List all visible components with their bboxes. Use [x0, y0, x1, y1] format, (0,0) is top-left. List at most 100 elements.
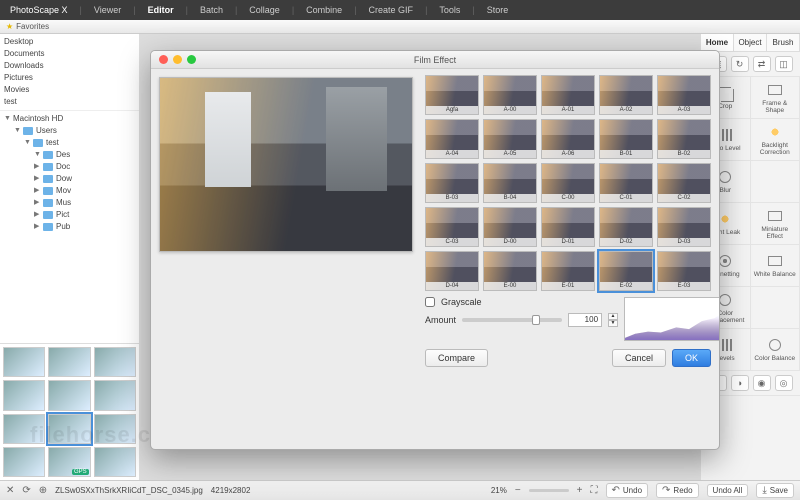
- effect-thumb[interactable]: C-03: [425, 207, 479, 247]
- amount-value[interactable]: 100: [568, 313, 602, 327]
- tree-folder[interactable]: ▶Pict: [4, 209, 135, 221]
- effect-thumb[interactable]: E-03: [657, 251, 711, 291]
- zoom-window-icon[interactable]: [187, 55, 196, 64]
- effect-thumb[interactable]: A-04: [425, 119, 479, 159]
- effect-thumb[interactable]: A-03: [657, 75, 711, 115]
- thumbnail[interactable]: [94, 447, 136, 477]
- tree-root[interactable]: ▼Macintosh HD: [4, 113, 135, 125]
- thumbnail[interactable]: GPS: [48, 447, 90, 477]
- thumbnail[interactable]: [3, 414, 45, 444]
- effect-thumb[interactable]: B-03: [425, 163, 479, 203]
- effect-thumb[interactable]: D-02: [599, 207, 653, 247]
- effect-thumb[interactable]: A-01: [541, 75, 595, 115]
- tab-batch[interactable]: Batch: [200, 5, 223, 15]
- effect-thumb[interactable]: E-02: [599, 251, 653, 291]
- tree-user[interactable]: ▼test: [4, 137, 135, 149]
- undo-button[interactable]: ↶Undo: [606, 483, 649, 498]
- thumbnail[interactable]: [3, 380, 45, 410]
- refresh-icon[interactable]: ⟳: [22, 485, 30, 496]
- effect-thumb[interactable]: D-01: [541, 207, 595, 247]
- quick-documents[interactable]: Documents: [4, 48, 135, 60]
- thumbnail[interactable]: [48, 347, 90, 377]
- quick-pictures[interactable]: Pictures: [4, 72, 135, 84]
- effect-thumb[interactable]: C-02: [657, 163, 711, 203]
- quick-movies[interactable]: Movies: [4, 84, 135, 96]
- minimize-window-icon[interactable]: [173, 55, 182, 64]
- save-button[interactable]: ⤓Save: [756, 483, 794, 498]
- amount-stepper[interactable]: ▲▼: [608, 313, 618, 327]
- tool-miniature[interactable]: Miniature Effect: [751, 203, 800, 245]
- zoom-in-icon[interactable]: +: [577, 485, 583, 496]
- tree-folder[interactable]: ▼Des: [4, 149, 135, 161]
- tree-folder[interactable]: ▶Dow: [4, 173, 135, 185]
- effect-thumb[interactable]: A-00: [483, 75, 537, 115]
- effect-icon[interactable]: ◎: [775, 375, 793, 391]
- undo-all-button[interactable]: Undo All: [707, 484, 749, 497]
- cancel-button[interactable]: Cancel: [612, 349, 666, 367]
- tool-white-balance[interactable]: White Balance: [751, 245, 800, 287]
- tree-users[interactable]: ▼Users: [4, 125, 135, 137]
- ok-button[interactable]: OK: [672, 349, 711, 367]
- tree-folder[interactable]: ▶Mus: [4, 197, 135, 209]
- tool-frame-shape[interactable]: Frame & Shape: [751, 77, 800, 119]
- tab-viewer[interactable]: Viewer: [94, 5, 121, 15]
- globe-icon[interactable]: ⊕: [39, 485, 47, 496]
- dialog-titlebar[interactable]: Film Effect: [151, 51, 719, 69]
- tooltab-object[interactable]: Object: [734, 34, 767, 51]
- tree-folder[interactable]: ▶Doc: [4, 161, 135, 173]
- thumbnail[interactable]: [3, 347, 45, 377]
- fit-icon[interactable]: ⛶: [591, 485, 598, 496]
- effect-thumb[interactable]: A-02: [599, 75, 653, 115]
- effect-thumb[interactable]: B-01: [599, 119, 653, 159]
- tab-store[interactable]: Store: [487, 5, 509, 15]
- quick-desktop[interactable]: Desktop: [4, 36, 135, 48]
- flip-icon[interactable]: ⇄: [753, 56, 771, 72]
- quick-test[interactable]: test: [4, 96, 135, 108]
- status-dims: 4219x2802: [211, 486, 251, 495]
- effect-thumb[interactable]: C-01: [599, 163, 653, 203]
- tool-color-balance[interactable]: Color Balance: [751, 329, 800, 371]
- grayscale-input[interactable]: [425, 297, 435, 307]
- effect-thumb[interactable]: A-05: [483, 119, 537, 159]
- close-icon[interactable]: ✕: [6, 485, 14, 496]
- tab-collage[interactable]: Collage: [249, 5, 280, 15]
- thumbnail[interactable]: [94, 380, 136, 410]
- tab-combine[interactable]: Combine: [306, 5, 342, 15]
- compare-button[interactable]: Compare: [425, 349, 488, 367]
- tree-folder[interactable]: ▶Pub: [4, 221, 135, 233]
- thumbnail[interactable]: [48, 414, 90, 444]
- tree-folder[interactable]: ▶Mov: [4, 185, 135, 197]
- effect-thumb[interactable]: E-01: [541, 251, 595, 291]
- rotate-icon[interactable]: ↻: [731, 56, 749, 72]
- effect-thumb[interactable]: D-00: [483, 207, 537, 247]
- app-name: PhotoScape X: [10, 5, 68, 15]
- zoom-slider[interactable]: [529, 489, 569, 492]
- thumbnail[interactable]: [3, 447, 45, 477]
- straighten-icon[interactable]: ◫: [775, 56, 793, 72]
- grayscale-checkbox[interactable]: Grayscale: [425, 297, 618, 307]
- effect-thumb[interactable]: D-04: [425, 251, 479, 291]
- amount-slider[interactable]: [462, 318, 562, 322]
- zoom-out-icon[interactable]: −: [515, 485, 521, 496]
- thumbnail[interactable]: [48, 380, 90, 410]
- effect-thumb[interactable]: B-04: [483, 163, 537, 203]
- effect-thumb[interactable]: B-02: [657, 119, 711, 159]
- effect-thumb[interactable]: C-00: [541, 163, 595, 203]
- close-window-icon[interactable]: [159, 55, 168, 64]
- tooltab-home[interactable]: Home: [701, 34, 734, 51]
- thumbnail[interactable]: [94, 414, 136, 444]
- effect-thumb[interactable]: E-00: [483, 251, 537, 291]
- effect-icon[interactable]: ◑: [731, 375, 749, 391]
- effect-thumb[interactable]: D-03: [657, 207, 711, 247]
- effect-thumb[interactable]: A-06: [541, 119, 595, 159]
- tooltab-brush[interactable]: Brush: [767, 34, 800, 51]
- tab-editor[interactable]: Editor: [148, 5, 174, 15]
- tab-tools[interactable]: Tools: [439, 5, 460, 15]
- effect-icon[interactable]: ◉: [753, 375, 771, 391]
- thumbnail[interactable]: [94, 347, 136, 377]
- redo-button[interactable]: ↷Redo: [656, 483, 699, 498]
- tool-backlight[interactable]: Backlight Correction: [751, 119, 800, 161]
- quick-downloads[interactable]: Downloads: [4, 60, 135, 72]
- tab-create-gif[interactable]: Create GIF: [369, 5, 414, 15]
- effect-thumb[interactable]: Agfa: [425, 75, 479, 115]
